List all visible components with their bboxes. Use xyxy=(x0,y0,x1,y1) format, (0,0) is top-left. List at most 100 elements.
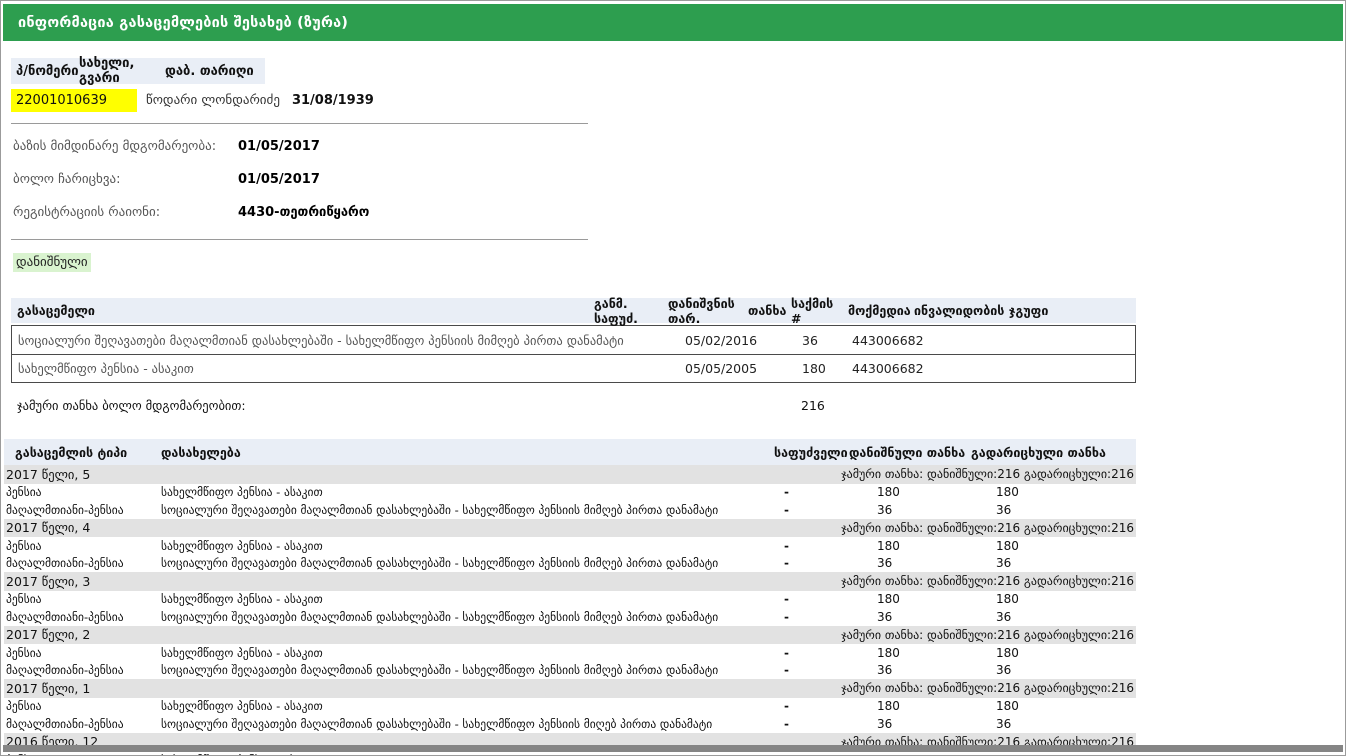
cell-appointed-amount: 180 xyxy=(849,646,971,660)
history-group-header-row: 2017 წელი, 4 ჯამური თანხა: დანიშნული:216… xyxy=(4,519,1136,538)
cell-payable-type: მაღალმთიანი-პენსია xyxy=(4,556,161,570)
history-group-header-row: 2017 წელი, 1 ჯამური თანხა: დანიშნული:216… xyxy=(4,679,1136,698)
assigned-table-row: სახელმწიფო პენსია - ასაკით 05/05/2005 18… xyxy=(12,354,1135,382)
col-header-payable-type: გასაცემლის ტიპი xyxy=(4,445,161,460)
detail-label: რეგისტრაციის რაიონი: xyxy=(13,205,238,220)
history-table-row: პენსია სახელმწიფო პენსია - ასაკით - 180 … xyxy=(4,484,1136,502)
cell-appointed-amount: 180 xyxy=(849,699,971,713)
cell-basis: - xyxy=(774,646,849,660)
group-summary: ჯამური თანხა: დანიშნული:216 გადარიცხული:… xyxy=(841,467,1136,481)
col-header-disability-group: ინვალიდობის ჯგუფი xyxy=(914,303,1136,318)
cell-name: სახელმწიფო პენსია - ასაკით xyxy=(161,485,774,499)
assigned-table-header-row: გასაცემელი განმ. საფუძ. დანიშვნის თარ. თ… xyxy=(11,298,1136,323)
group-summary: ჯამური თანხა: დანიშნული:216 გადარიცხული:… xyxy=(841,574,1136,588)
horizontal-scrollbar[interactable] xyxy=(3,745,1343,752)
group-period: 2017 წელი, 2 xyxy=(4,627,90,642)
history-table-row: პენსია სახელმწიფო პენსია - ასაკით - 180 … xyxy=(4,591,1136,609)
cell-appointed-amount: 36 xyxy=(849,503,971,517)
personal-number-highlighted: 22001010639 xyxy=(11,89,137,112)
history-table-header-row: გასაცემლის ტიპი დასახელება საფუძველი დან… xyxy=(4,439,1136,465)
cell-date: 05/02/2016 xyxy=(675,333,782,348)
col-header-name-surname: სახელი, გვარი xyxy=(79,56,165,86)
cell-amount: 36 xyxy=(782,333,839,348)
cell-name: სოციალური შეღავათები მაღალმთიან დასახლებ… xyxy=(161,610,774,624)
cell-basis: - xyxy=(774,539,849,553)
assigned-table-body: სოციალური შეღავათები მაღალმთიან დასახლებ… xyxy=(11,325,1136,383)
cell-transferred-amount: 36 xyxy=(971,610,1136,624)
cell-name: სახელმწიფო პენსია - ასაკით xyxy=(161,539,774,553)
cell-payable-type: პენსია xyxy=(4,485,161,499)
history-table-row: მაღალმთიანი-პენსია სოციალური შეღავათები … xyxy=(4,555,1136,573)
col-header-personal-number: პ/ნომერი xyxy=(11,64,79,79)
page-title: ინფორმაცია გასაცემლების შესახებ (ზურა) xyxy=(18,15,348,31)
group-period: 2017 წელი, 4 xyxy=(4,520,90,535)
cell-payable-type: პენსია xyxy=(4,699,161,713)
cell-payable-type: მაღალმთიანი-პენსია xyxy=(4,503,161,517)
cell-appointed-amount: 180 xyxy=(849,485,971,499)
cell-payable-type: მაღალმთიანი-პენსია xyxy=(4,610,161,624)
cell-date: 05/05/2005 xyxy=(675,361,782,376)
history-group-header-row: 2017 წელი, 3 ჯამური თანხა: დანიშნული:216… xyxy=(4,572,1136,591)
person-birth-date: 31/08/1939 xyxy=(292,93,374,108)
history-groups: 2017 წელი, 5 ჯამური თანხა: დანიშნული:216… xyxy=(4,465,1136,756)
history-table-row: პენსია სახელმწიფო პენსია - ასაკით - 180 … xyxy=(4,537,1136,555)
detail-value: 01/05/2017 xyxy=(238,172,320,187)
group-summary: ჯამური თანხა: დანიშნული:216 გადარიცხული:… xyxy=(841,521,1136,535)
cell-appointed-amount: 36 xyxy=(849,717,971,731)
cell-case-number: 443006682 xyxy=(839,333,1135,348)
assigned-section-badge[interactable]: დანიშნული xyxy=(13,253,91,272)
cell-transferred-amount: 180 xyxy=(971,592,1136,606)
cell-name: სახელმწიფო პენსია - ასაკით xyxy=(161,699,774,713)
cell-transferred-amount: 180 xyxy=(971,485,1136,499)
cell-name: სოციალური შეღავათები მაღალმთიან დასახლებ… xyxy=(161,556,774,570)
details-block: ბაზის მიმდინარე მდგომარეობა: 01/05/2017 … xyxy=(13,130,1345,229)
cell-basis: - xyxy=(774,592,849,606)
detail-label: ბაზის მიმდინარე მდგომარეობა: xyxy=(13,139,238,154)
report-content: პ/ნომერი სახელი, გვარი დაბ. თარიღი 22001… xyxy=(1,58,1345,756)
cell-appointed-amount: 180 xyxy=(849,539,971,553)
cell-basis: - xyxy=(774,663,849,677)
cell-transferred-amount: 180 xyxy=(971,699,1136,713)
col-header-birth-date: დაბ. თარიღი xyxy=(165,64,265,79)
col-header-name: დასახელება xyxy=(161,445,774,460)
total-label: ჯამური თანხა ბოლო მდგომარეობით: xyxy=(11,398,674,413)
payment-history-table: გასაცემლის ტიპი დასახელება საფუძველი დან… xyxy=(4,439,1136,756)
group-summary: ჯამური თანხა: დანიშნული:216 გადარიცხული:… xyxy=(841,628,1136,642)
cell-payable-type: პენსია xyxy=(4,646,161,660)
history-table-row: პენსია სახელმწიფო პენსია - ასაკით - 180 … xyxy=(4,698,1136,716)
cell-payable: სახელმწიფო პენსია - ასაკით xyxy=(12,361,675,376)
history-table-row: მაღალმთიანი-პენსია სოციალური შეღავათები … xyxy=(4,715,1136,733)
cell-basis: - xyxy=(774,610,849,624)
group-summary: ჯამური თანხა: დანიშნული:216 გადარიცხული:… xyxy=(841,681,1136,695)
person-full-name: წოდარი ლონდარიძე xyxy=(146,93,280,108)
group-period: 2017 წელი, 3 xyxy=(4,574,90,589)
report-page: ინფორმაცია გასაცემლების შესახებ (ზურა) პ… xyxy=(0,0,1346,756)
person-info-row: 22001010639 წოდარი ლონდარიძე 31/08/1939 xyxy=(11,87,1345,113)
divider xyxy=(11,239,588,240)
cell-name: სახელმწიფო პენსია - ასაკით xyxy=(161,646,774,660)
cell-basis: - xyxy=(774,717,849,731)
col-header-amount: თანხა xyxy=(748,303,791,318)
assigned-table-row: სოციალური შეღავათები მაღალმთიან დასახლებ… xyxy=(12,326,1135,354)
cell-name: სახელმწიფო პენსია - ასაკით xyxy=(161,592,774,606)
person-info-header-row: პ/ნომერი სახელი, გვარი დაბ. თარიღი xyxy=(11,58,265,84)
detail-row-last-transfer: ბოლო ჩარიცხვა: 01/05/2017 xyxy=(13,163,1345,196)
detail-label: ბოლო ჩარიცხვა: xyxy=(13,172,238,187)
col-header-appointed-amount: დანიშნული თანხა xyxy=(849,445,971,460)
col-header-basis: საფუძველი xyxy=(774,445,849,460)
history-table-row: მაღალმთიანი-პენსია სოციალური შეღავათები … xyxy=(4,662,1136,680)
cell-transferred-amount: 36 xyxy=(971,663,1136,677)
detail-row-registration-district: რეგისტრაციის რაიონი: 4430-თეთრიწყარო xyxy=(13,196,1345,229)
cell-amount: 180 xyxy=(782,361,839,376)
history-table-row: მაღალმთიანი-პენსია სოციალური შეღავათები … xyxy=(4,501,1136,519)
cell-transferred-amount: 180 xyxy=(971,646,1136,660)
cell-payable-type: მაღალმთიანი-პენსია xyxy=(4,663,161,677)
history-table-row: მაღალმთიანი-პენსია სოციალური შეღავათები … xyxy=(4,608,1136,626)
cell-basis: - xyxy=(774,699,849,713)
divider xyxy=(11,123,588,124)
cell-appointed-amount: 36 xyxy=(849,556,971,570)
detail-value: 01/05/2017 xyxy=(238,139,320,154)
history-group-header-row: 2017 წელი, 5 ჯამური თანხა: დანიშნული:216… xyxy=(4,465,1136,484)
detail-row-base-state: ბაზის მიმდინარე მდგომარეობა: 01/05/2017 xyxy=(13,130,1345,163)
col-header-payable: გასაცემელი xyxy=(11,303,594,318)
